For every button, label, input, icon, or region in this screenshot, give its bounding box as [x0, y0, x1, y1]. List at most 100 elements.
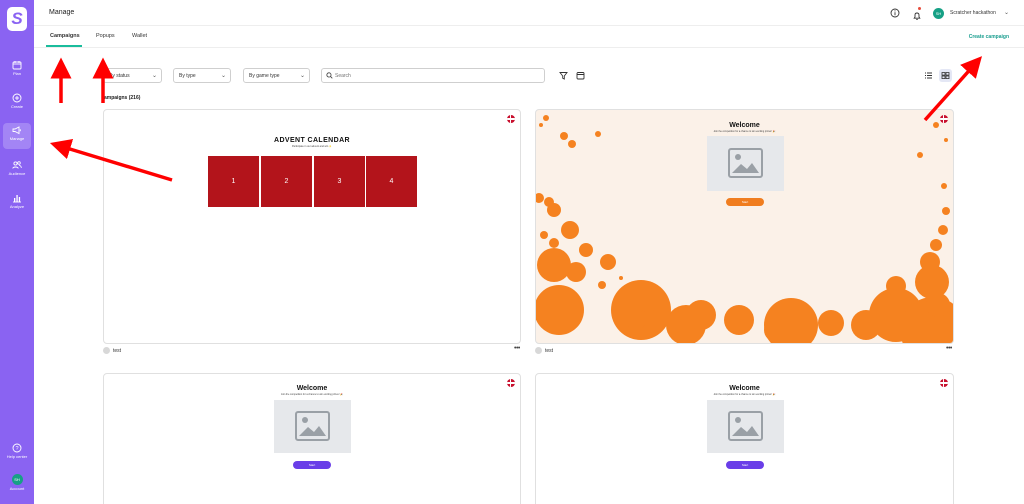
campaign-name: test	[113, 348, 122, 354]
sidebar-item-analyze[interactable]: Analyze	[3, 191, 31, 217]
user-name[interactable]: Scratcher hackathon	[950, 10, 996, 16]
list-view-icon[interactable]	[922, 69, 935, 82]
decorative-bubble	[579, 243, 593, 257]
sidebar-item-label: Plan	[12, 71, 21, 76]
decorative-bubble	[568, 140, 576, 148]
decorative-bubble	[636, 288, 660, 312]
sidebar-item-manage[interactable]: Manage	[3, 123, 31, 149]
sidebar-item-label: Account	[9, 486, 25, 491]
chevron-down-icon: ⌄	[299, 73, 305, 79]
sidebar-item-label: Help center	[6, 454, 28, 459]
advent-subtitle: Participate in our advent and win ✨	[291, 145, 333, 148]
filter-icon[interactable]	[557, 69, 570, 82]
sidebar-item-audience[interactable]: Audience	[3, 158, 31, 184]
help-circle-icon: ?	[12, 443, 22, 453]
denmark-flag-icon	[507, 115, 515, 123]
game-type-filter-label: By game type	[249, 73, 280, 79]
chevron-down-icon: ⌄	[151, 73, 157, 79]
decorative-bubble	[942, 207, 950, 215]
decorative-bubble	[536, 285, 584, 335]
decorative-bubble	[600, 254, 616, 270]
account-avatar: SH	[11, 474, 23, 485]
calendar-filter-icon[interactable]	[574, 69, 587, 82]
decorative-bubble	[540, 231, 548, 239]
decorative-bubble	[598, 281, 606, 289]
notifications-button[interactable]	[912, 7, 922, 20]
type-filter-label: By type	[179, 73, 196, 79]
decorative-bubble	[619, 276, 623, 280]
welcome-subtitle: Join the competition for a chance to win…	[280, 393, 344, 396]
grid-view-icon	[941, 72, 950, 79]
decorative-bubble	[886, 276, 906, 296]
welcome-title: Welcome	[729, 122, 760, 129]
tab-campaigns[interactable]: Campaigns	[50, 33, 80, 39]
app-logo[interactable]: S	[7, 7, 27, 31]
sidebar-item-plan[interactable]: Plan	[3, 58, 31, 84]
advent-door: 4	[366, 156, 417, 207]
type-filter-dropdown[interactable]: By type ⌄	[173, 68, 231, 83]
sidebar-item-account[interactable]: SH Account	[3, 471, 31, 499]
plus-circle-icon	[12, 93, 22, 103]
status-filter-label: By status	[109, 73, 130, 79]
game-type-filter-dropdown[interactable]: By game type ⌄	[243, 68, 310, 83]
more-options-icon[interactable]: •••	[514, 345, 520, 352]
svg-text:?: ?	[15, 446, 18, 452]
start-button: Start	[726, 461, 764, 469]
tab-wallet[interactable]: Wallet	[132, 33, 147, 39]
decorative-bubble	[536, 193, 544, 203]
image-icon	[728, 411, 763, 441]
image-placeholder	[707, 136, 784, 191]
image-icon	[728, 148, 763, 178]
sidebar-item-label: Create	[10, 104, 23, 109]
decorative-bubble	[944, 138, 948, 142]
sidebar-item-help-center[interactable]: ? Help center	[3, 441, 31, 467]
calendar-icon	[12, 61, 22, 70]
decorative-bubble	[938, 225, 948, 235]
active-tab-indicator	[46, 45, 82, 47]
campaign-name: test	[545, 348, 554, 354]
search-box	[321, 68, 545, 83]
decorative-bubble	[543, 115, 549, 121]
decorative-bubble	[561, 221, 579, 239]
decorative-bubble	[724, 305, 754, 335]
campaign-card[interactable]: Welcome Join the competition for a chanc…	[103, 373, 521, 504]
top-bar: Manage SH Scratcher hackathon ⌄	[34, 0, 1024, 26]
image-placeholder	[707, 400, 784, 453]
advent-door: 3	[314, 156, 365, 207]
page-title: Manage	[49, 9, 75, 16]
tab-popups[interactable]: Popups	[96, 33, 115, 39]
campaign-card[interactable]: ADVENT CALENDAR Participate in our adven…	[103, 109, 521, 344]
tab-bar: Campaigns Popups Wallet Create campaign	[34, 26, 1024, 48]
campaign-card[interactable]: Welcome Join the competition for a chanc…	[535, 109, 954, 344]
campaign-card[interactable]: Welcome Join the competition for a chanc…	[535, 373, 954, 504]
bar-chart-icon	[13, 195, 21, 203]
decorative-bubble	[549, 238, 559, 248]
decorative-bubble	[930, 239, 942, 251]
decorative-bubble	[917, 152, 923, 158]
sidebar-item-label: Analyze	[9, 204, 25, 209]
search-input[interactable]	[335, 71, 535, 81]
start-button: Start	[726, 198, 764, 206]
decorative-bubble	[818, 310, 844, 336]
megaphone-icon	[12, 126, 21, 135]
grid-view-button[interactable]	[939, 69, 952, 82]
sidebar-item-create[interactable]: Create	[3, 91, 31, 117]
bell-icon	[913, 12, 921, 20]
decorative-bubble	[611, 280, 671, 340]
notification-dot	[918, 7, 921, 10]
decorative-bubble	[686, 300, 716, 330]
sidebar-item-label: Audience	[8, 171, 26, 176]
image-placeholder	[274, 400, 351, 453]
decorative-bubble	[560, 132, 568, 140]
chevron-down-icon[interactable]: ⌄	[1004, 9, 1009, 16]
create-campaign-button[interactable]: Create campaign	[969, 34, 1009, 40]
more-options-icon[interactable]: •••	[946, 345, 952, 352]
user-avatar[interactable]: SH	[933, 8, 944, 19]
advent-door: 1	[208, 156, 259, 207]
decorative-bubble	[537, 248, 571, 282]
info-icon[interactable]	[890, 8, 900, 18]
welcome-title: Welcome	[729, 385, 760, 392]
users-icon	[12, 161, 22, 169]
status-filter-dropdown[interactable]: By status ⌄	[103, 68, 162, 83]
search-icon	[326, 72, 333, 79]
